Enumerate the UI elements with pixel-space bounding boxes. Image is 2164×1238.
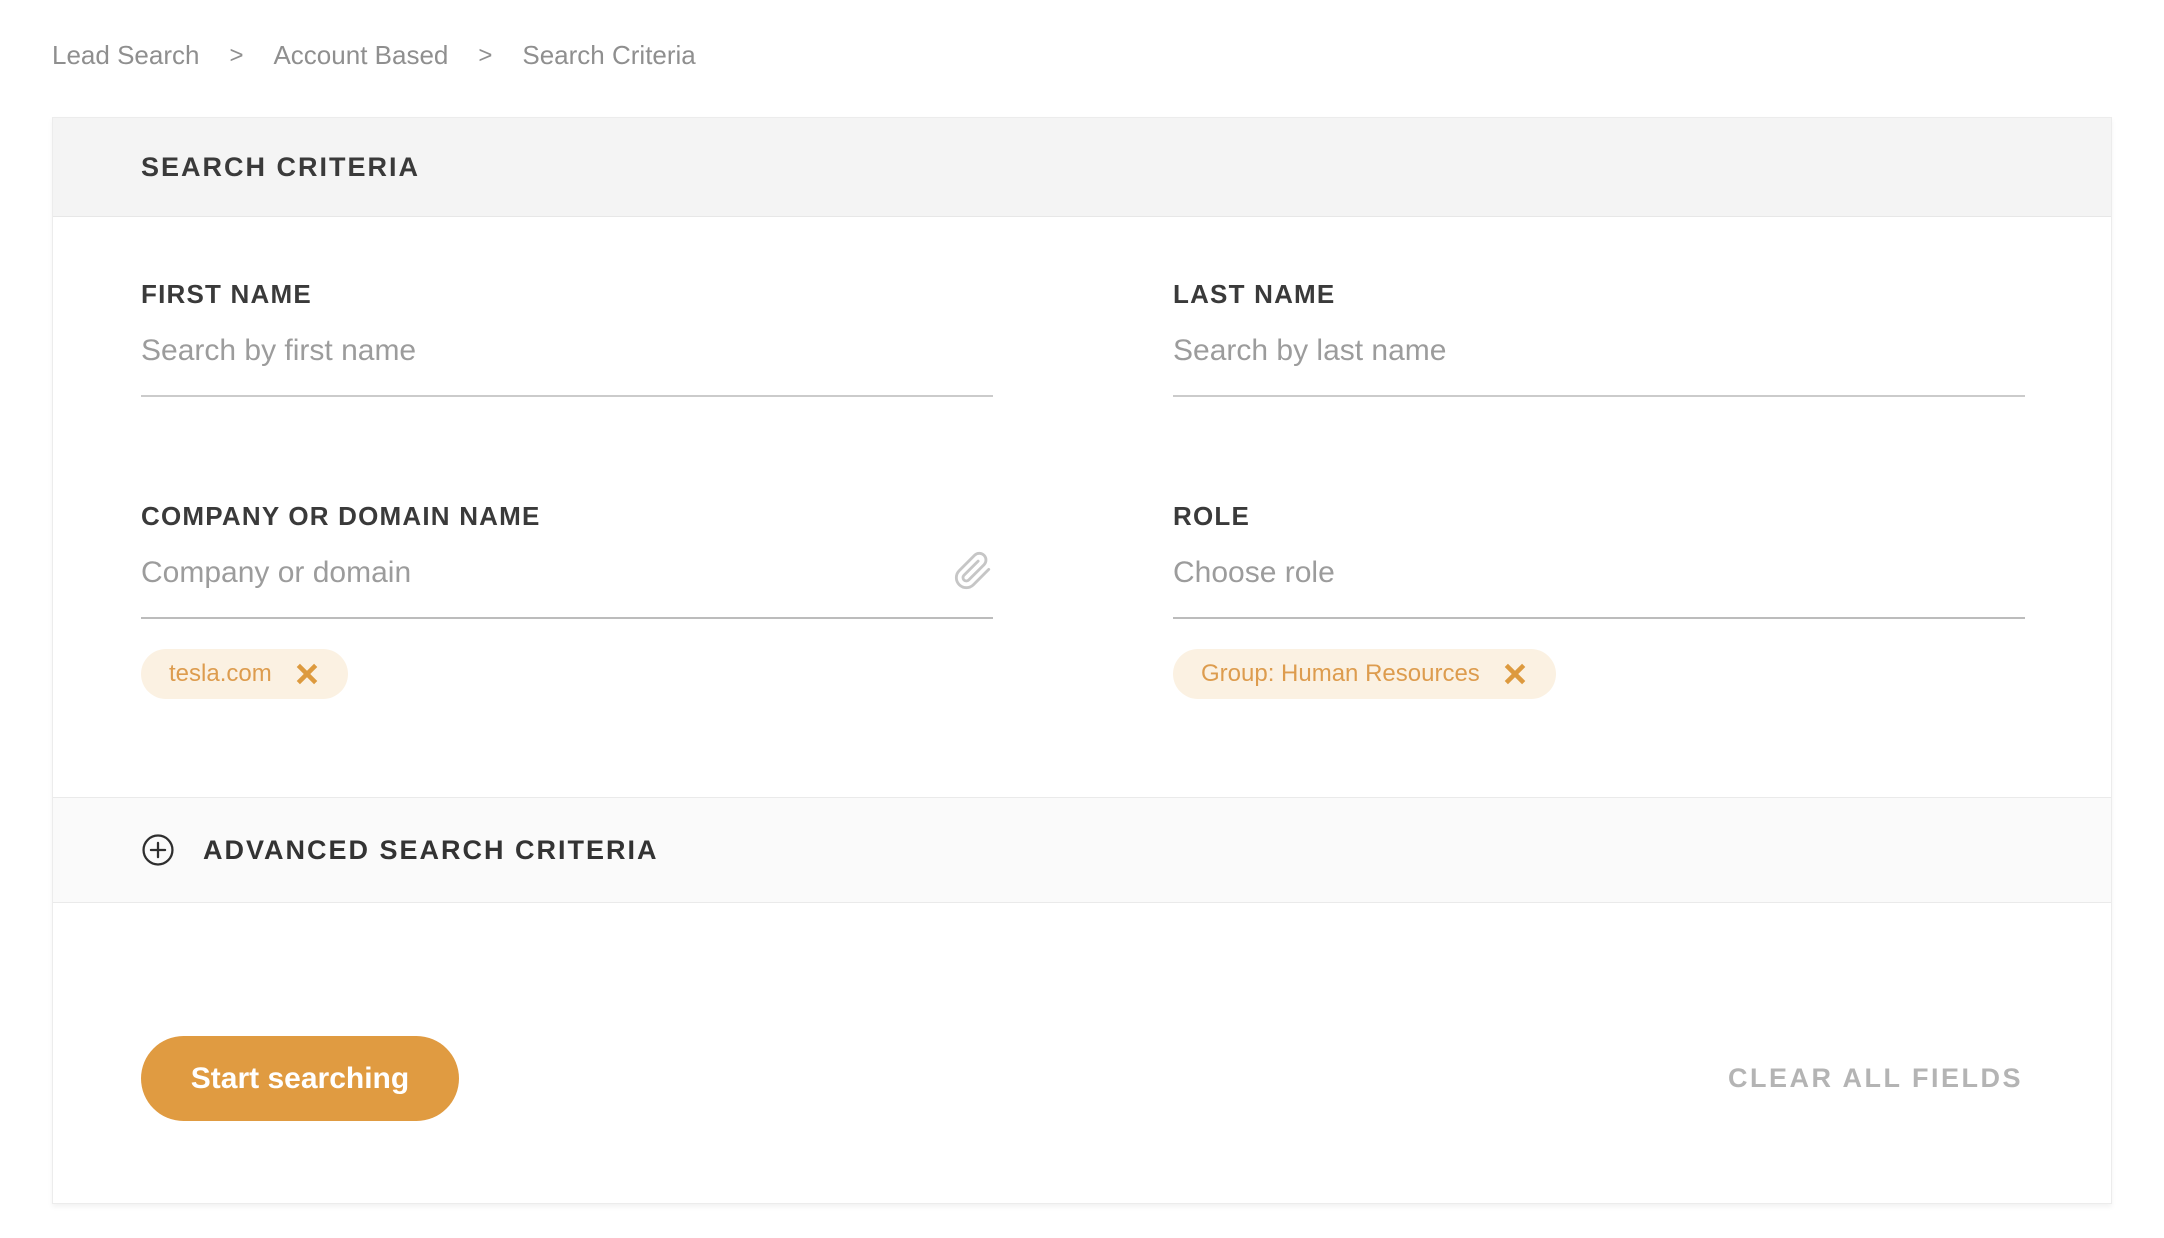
- plus-circle-icon: [141, 833, 175, 867]
- advanced-search-label: ADVANCED SEARCH CRITERIA: [203, 834, 659, 865]
- advanced-search-toggle[interactable]: ADVANCED SEARCH CRITERIA: [53, 797, 2111, 903]
- role-input[interactable]: [1173, 555, 2025, 591]
- last-name-label: LAST NAME: [1173, 279, 1336, 309]
- remove-role-tag-icon[interactable]: [1502, 661, 1528, 687]
- first-name-label: FIRST NAME: [141, 279, 312, 309]
- company-input[interactable]: [141, 555, 993, 591]
- start-searching-button[interactable]: Start searching: [141, 1036, 459, 1121]
- role-tag-label: Group: Human Resources: [1201, 660, 1480, 687]
- paperclip-icon[interactable]: [953, 551, 993, 591]
- breadcrumb-separator: >: [229, 41, 244, 69]
- role-tag: Group: Human Resources: [1173, 649, 1556, 699]
- last-name-input[interactable]: [1173, 333, 2025, 369]
- company-label: COMPANY OR DOMAIN NAME: [141, 501, 541, 531]
- company-tag-list: tesla.com: [141, 649, 993, 699]
- role-tag-list: Group: Human Resources: [1173, 649, 2025, 699]
- card-footer: Start searching CLEAR ALL FIELDS: [53, 903, 2111, 1121]
- breadcrumb-account-based[interactable]: Account Based: [273, 40, 448, 71]
- breadcrumb-lead-search[interactable]: Lead Search: [52, 40, 199, 71]
- breadcrumb-separator: >: [478, 41, 493, 69]
- remove-company-tag-icon[interactable]: [294, 661, 320, 687]
- company-field: COMPANY OR DOMAIN NAME tesla.com: [141, 501, 993, 699]
- last-name-input-wrap: [1173, 333, 2025, 397]
- search-criteria-card: SEARCH CRITERIA FIRST NAME LAST NAME COM…: [52, 117, 2112, 1204]
- company-tag-label: tesla.com: [169, 660, 272, 687]
- clear-all-fields-button[interactable]: CLEAR ALL FIELDS: [1728, 1063, 2023, 1094]
- company-tag: tesla.com: [141, 649, 348, 699]
- role-input-wrap: [1173, 555, 2025, 619]
- first-name-input[interactable]: [141, 333, 993, 369]
- search-form: FIRST NAME LAST NAME COMPANY OR DOMAIN N…: [53, 217, 2111, 699]
- card-header: SEARCH CRITERIA: [53, 118, 2111, 217]
- last-name-field: LAST NAME: [1173, 279, 2025, 397]
- role-label: ROLE: [1173, 501, 1251, 531]
- role-field: ROLE Group: Human Resources: [1173, 501, 2025, 699]
- breadcrumb-search-criteria[interactable]: Search Criteria: [522, 40, 695, 71]
- breadcrumb: Lead Search > Account Based > Search Cri…: [52, 40, 696, 71]
- first-name-field: FIRST NAME: [141, 279, 993, 397]
- page-title: SEARCH CRITERIA: [141, 151, 421, 182]
- first-name-input-wrap: [141, 333, 993, 397]
- company-input-wrap: [141, 551, 993, 619]
